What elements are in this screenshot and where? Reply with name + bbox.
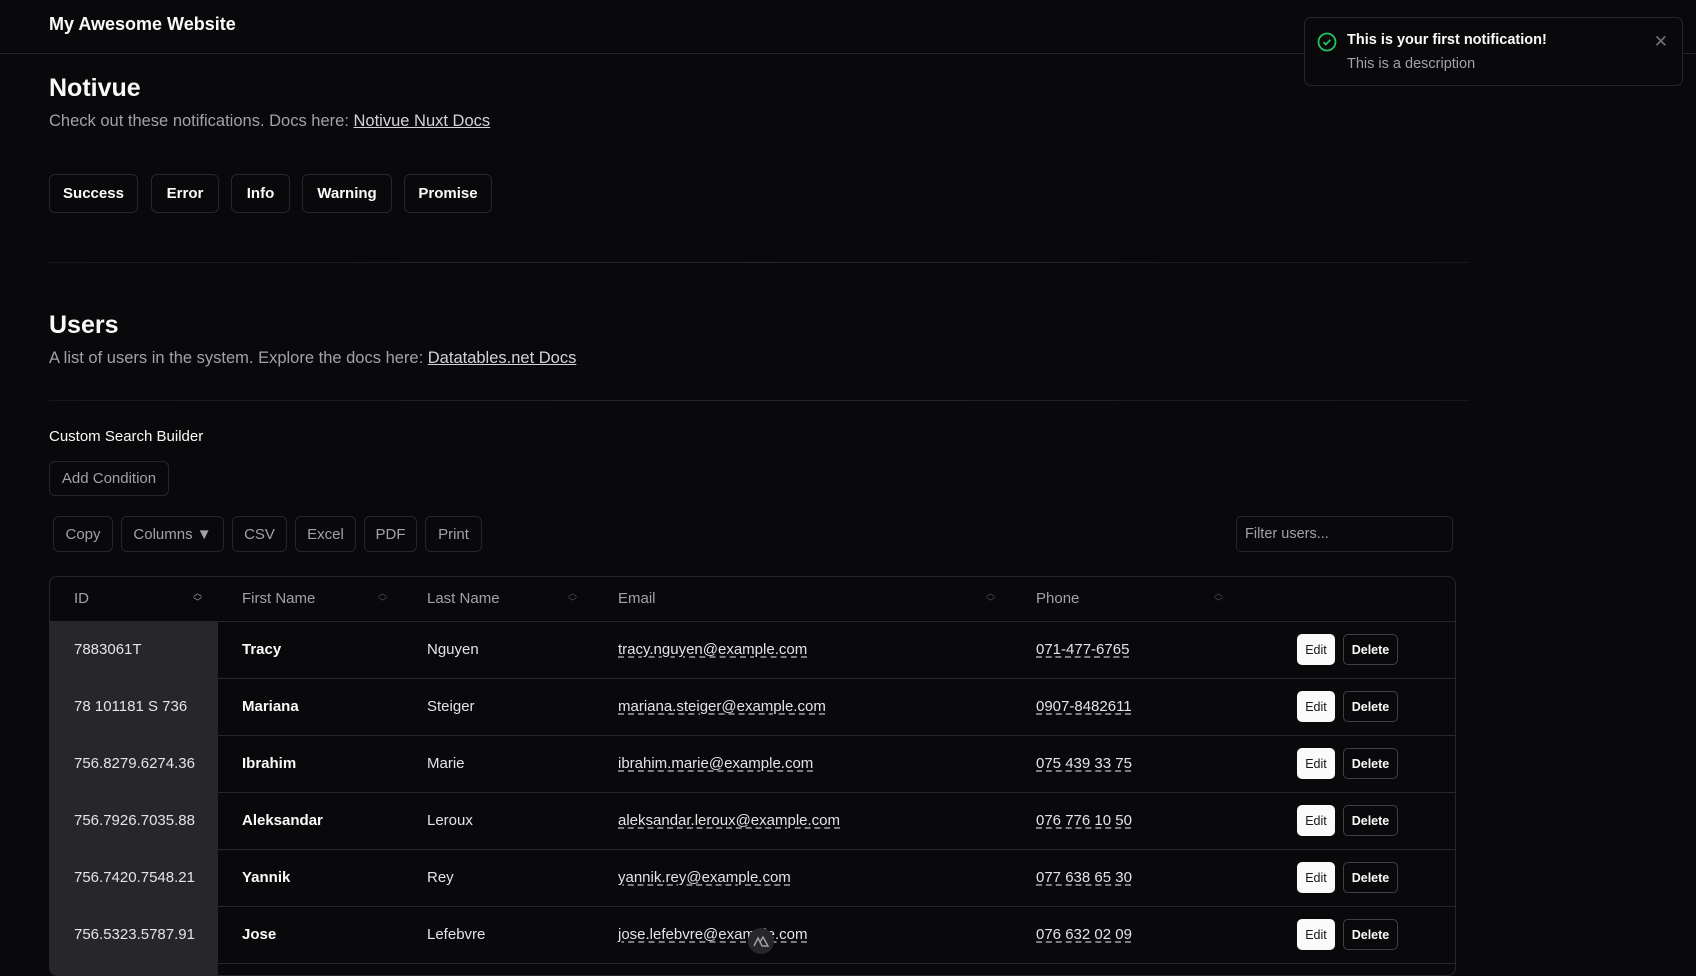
- cell-email-link[interactable]: yannik.rey@example.com: [618, 869, 791, 886]
- print-button[interactable]: Print: [425, 516, 482, 552]
- edit-button[interactable]: Edit: [1297, 634, 1335, 665]
- users-title: Users: [49, 311, 119, 339]
- column-header-phone[interactable]: Phone: [1036, 590, 1079, 607]
- edit-button[interactable]: Edit: [1297, 919, 1335, 950]
- table-row: 756.8279.6274.36 Ibrahim Marie ibrahim.m…: [50, 736, 1455, 793]
- check-circle-icon: [1317, 32, 1337, 52]
- success-button[interactable]: Success: [49, 174, 138, 213]
- cell-phone-link[interactable]: 075 439 33 75: [1036, 755, 1132, 772]
- excel-button[interactable]: Excel: [295, 516, 356, 552]
- edit-button[interactable]: Edit: [1297, 691, 1335, 722]
- cell-last-name: Steiger: [427, 698, 475, 715]
- delete-button[interactable]: Delete: [1343, 748, 1398, 779]
- warning-button[interactable]: Warning: [302, 174, 392, 213]
- cell-last-name: Rey: [427, 869, 454, 886]
- notification-toast: This is your first notification! This is…: [1304, 17, 1683, 86]
- cell-phone-link[interactable]: 071-477-6765: [1036, 641, 1129, 658]
- cell-first-name: Aleksandar: [242, 812, 323, 829]
- delete-button[interactable]: Delete: [1343, 634, 1398, 665]
- notivue-title: Notivue: [49, 74, 141, 102]
- cell-phone-link[interactable]: 076 632 02 09: [1036, 926, 1132, 943]
- users-table: ID ︿ ﹀ First Name ︿ ﹀ Last Name ︿ ﹀ Email ︿…: [49, 576, 1456, 976]
- csv-button[interactable]: CSV: [232, 516, 287, 552]
- table-row: 7883061T Tracy Nguyen tracy.nguyen@examp…: [50, 622, 1455, 679]
- cell-id: 756.7926.7035.88: [74, 812, 195, 829]
- cell-id: 756.5323.5787.91: [74, 926, 195, 943]
- cell-id: 7883061T: [74, 641, 142, 658]
- sort-icon[interactable]: ︿ ﹀: [568, 589, 577, 607]
- notivue-description: Check out these notifications. Docs here…: [49, 112, 491, 130]
- sort-icon[interactable]: ︿ ﹀: [193, 589, 202, 607]
- sort-icon[interactable]: ︿ ﹀: [986, 589, 995, 607]
- column-header-first-name[interactable]: First Name: [242, 590, 315, 607]
- error-button[interactable]: Error: [151, 174, 219, 213]
- cell-phone-link[interactable]: 077 638 65 30: [1036, 869, 1132, 886]
- datatables-docs-link[interactable]: Datatables.net Docs: [428, 349, 577, 367]
- sort-icon[interactable]: ︿ ﹀: [378, 589, 387, 607]
- delete-button[interactable]: Delete: [1343, 691, 1398, 722]
- pdf-button[interactable]: PDF: [364, 516, 417, 552]
- search-builder-label: Custom Search Builder: [49, 428, 204, 445]
- add-condition-button[interactable]: Add Condition: [49, 461, 169, 496]
- cell-id: 756.8279.6274.36: [74, 755, 195, 772]
- promise-button[interactable]: Promise: [404, 174, 492, 213]
- cell-email-link[interactable]: jose.lefebvre@example.com: [618, 926, 807, 943]
- column-header-id[interactable]: ID: [74, 590, 89, 607]
- close-icon[interactable]: ✕: [1654, 32, 1668, 52]
- column-header-email[interactable]: Email: [618, 590, 656, 607]
- cell-last-name: Leroux: [427, 812, 473, 829]
- copy-button[interactable]: Copy: [53, 516, 113, 552]
- cell-email-link[interactable]: tracy.nguyen@example.com: [618, 641, 807, 658]
- cell-last-name: Lefebvre: [427, 926, 486, 943]
- edit-button[interactable]: Edit: [1297, 805, 1335, 836]
- column-header-last-name[interactable]: Last Name: [427, 590, 500, 607]
- filter-users-input[interactable]: [1236, 516, 1453, 552]
- cell-first-name: Mariana: [242, 698, 299, 715]
- site-title: My Awesome Website: [49, 14, 236, 34]
- notification-title: This is your first notification!: [1347, 32, 1547, 48]
- table-row: 756.7420.7548.21 Yannik Rey yannik.rey@e…: [50, 850, 1455, 907]
- cell-first-name: Tracy: [242, 641, 282, 658]
- cell-email-link[interactable]: ibrahim.marie@example.com: [618, 755, 813, 772]
- cell-last-name: Marie: [427, 755, 465, 772]
- edit-button[interactable]: Edit: [1297, 862, 1335, 893]
- notivue-docs-link[interactable]: Notivue Nuxt Docs: [354, 112, 491, 130]
- sort-icon[interactable]: ︿ ﹀: [1214, 589, 1223, 607]
- divider: [49, 262, 1469, 263]
- delete-button[interactable]: Delete: [1343, 919, 1398, 950]
- cell-email-link[interactable]: mariana.steiger@example.com: [618, 698, 826, 715]
- cell-first-name: Ibrahim: [242, 755, 297, 772]
- divider: [49, 400, 1469, 401]
- cell-first-name: Yannik: [242, 869, 291, 886]
- notification-description: This is a description: [1347, 56, 1476, 72]
- delete-button[interactable]: Delete: [1343, 805, 1398, 836]
- table-header: ID ︿ ﹀ First Name ︿ ﹀ Last Name ︿ ﹀ Email ︿…: [50, 577, 1455, 622]
- cell-phone-link[interactable]: 0907-8482611: [1036, 698, 1132, 715]
- cell-email-link[interactable]: aleksandar.leroux@example.com: [618, 812, 840, 829]
- cell-id: 78 101181 S 736: [74, 698, 188, 715]
- cell-phone-link[interactable]: 076 776 10 50: [1036, 812, 1132, 829]
- cell-last-name: Nguyen: [427, 641, 479, 658]
- info-button[interactable]: Info: [231, 174, 290, 213]
- users-description: A list of users in the system. Explore t…: [49, 349, 577, 367]
- columns-button[interactable]: Columns ▼: [121, 516, 224, 552]
- table-row: 78 101181 S 736 Mariana Steiger mariana.…: [50, 679, 1455, 736]
- delete-button[interactable]: Delete: [1343, 862, 1398, 893]
- nuxt-devtools-icon[interactable]: [748, 928, 774, 954]
- cell-first-name: Jose: [242, 926, 277, 943]
- table-row: 756.7926.7035.88 Aleksandar Leroux aleks…: [50, 793, 1455, 850]
- edit-button[interactable]: Edit: [1297, 748, 1335, 779]
- cell-id: 756.7420.7548.21: [74, 869, 195, 886]
